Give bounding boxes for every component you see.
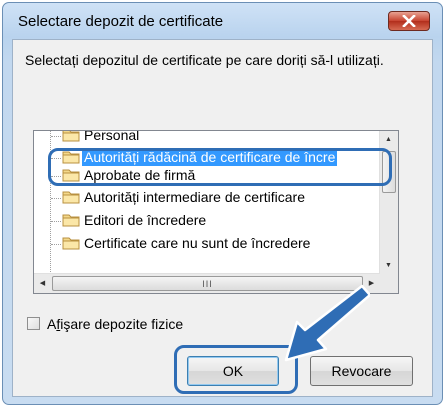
scroll-up-arrow-icon[interactable]: ▲ <box>380 131 397 148</box>
close-x-icon <box>402 15 416 27</box>
tree-item-personal[interactable]: Personal <box>34 131 380 147</box>
scroll-left-arrow-icon[interactable]: ◀ <box>34 274 51 292</box>
tree-guide <box>51 136 61 137</box>
arrow-pointer-icon <box>284 284 370 362</box>
tree-item-label: Certificate care nu sunt de încredere <box>84 235 311 251</box>
close-button[interactable] <box>388 11 430 31</box>
checkbox-label: Afişare depozite fizice <box>47 316 183 332</box>
tree-guide <box>51 198 61 199</box>
show-physical-stores-checkbox[interactable] <box>27 317 40 330</box>
scrollbar-corner <box>380 274 398 293</box>
folder-icon <box>62 214 80 227</box>
title-bar[interactable]: Selectare depozit de certificate <box>3 3 442 39</box>
tree-item-publishers[interactable]: Editori de încredere <box>34 210 380 232</box>
tree-item-intermediate[interactable]: Autorități intermediare de certificare <box>34 187 380 209</box>
selection-highlight-callout <box>48 148 392 186</box>
folder-icon <box>62 131 80 142</box>
label-rest: işare depozite fizice <box>60 316 184 332</box>
folder-icon <box>62 191 80 204</box>
dialog-title: Selectare depozit de certificate <box>18 13 224 30</box>
tree-item-label: Editori de încredere <box>84 212 207 228</box>
tree-item-label: Autorități intermediare de certificare <box>84 189 305 205</box>
tree-guide <box>51 221 61 222</box>
instruction-text: Selectați depozitul de certificate pe ca… <box>25 52 384 68</box>
scroll-grip-icon: III <box>202 278 213 289</box>
label-prefix: A <box>47 316 57 332</box>
tree-item-label: Personal <box>84 131 140 143</box>
tree-item-untrusted[interactable]: Certificate care nu sunt de încredere <box>34 233 380 255</box>
ok-button[interactable]: OK <box>187 356 279 386</box>
tree-guide <box>51 244 61 245</box>
folder-icon <box>62 237 80 250</box>
scroll-down-arrow-icon[interactable]: ▼ <box>380 257 397 274</box>
